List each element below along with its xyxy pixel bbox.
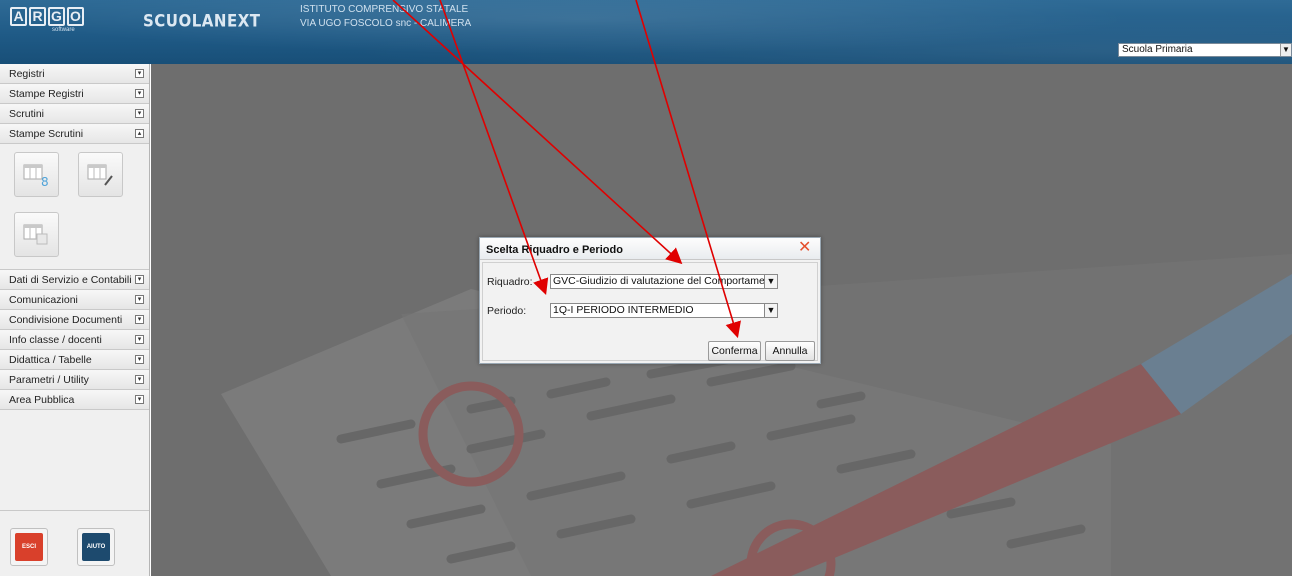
stampe-scrutini-tiles: 8: [0, 144, 149, 270]
sidebar-item-label: Stampe Scrutini: [9, 128, 84, 140]
header-background: [0, 0, 1292, 64]
sidebar-footer: ESCI AIUTO: [0, 510, 149, 576]
school-type-select[interactable]: Scuola Primaria ▼: [1118, 43, 1292, 57]
sidebar-item-label: Condivisione Documenti: [9, 314, 123, 326]
app-name: SCUOLANEXT: [143, 11, 261, 31]
confirm-button[interactable]: Conferma: [708, 341, 761, 361]
sidebar-item-comunicazioni[interactable]: Comunicazioni ▾: [0, 290, 149, 310]
dialog-body: Riquadro: GVC-Giudizio di valutazione de…: [482, 262, 818, 361]
sidebar-item-area-pubblica[interactable]: Area Pubblica ▾: [0, 390, 149, 410]
sidebar-item-condivisione-documenti[interactable]: Condivisione Documenti ▾: [0, 310, 149, 330]
logo-letter: O: [67, 7, 84, 26]
chevron-down-icon[interactable]: ▼: [1280, 44, 1291, 56]
print-grid-icon: 8: [23, 164, 49, 188]
expand-icon[interactable]: ▾: [135, 109, 144, 118]
periodo-value: 1Q-I PERIODO INTERMEDIO: [553, 304, 694, 316]
expand-icon[interactable]: ▾: [135, 315, 144, 324]
school-info: ISTITUTO COMPRENSIVO STATALE VIA UGO FOS…: [300, 4, 472, 32]
sidebar-item-info-classe[interactable]: Info classe / docenti ▾: [0, 330, 149, 350]
expand-icon[interactable]: ▾: [135, 375, 144, 384]
periodo-label: Periodo:: [487, 305, 527, 317]
sidebar-item-registri[interactable]: Registri ▾: [0, 64, 149, 84]
school-name: ISTITUTO COMPRENSIVO STATALE: [300, 4, 469, 15]
sidebar-item-label: Registri: [9, 68, 45, 80]
logo-letter: R: [29, 7, 46, 26]
collapse-icon[interactable]: ▴: [135, 129, 144, 138]
periodo-select[interactable]: 1Q-I PERIODO INTERMEDIO ▼: [550, 303, 778, 318]
svg-text:8: 8: [41, 175, 49, 188]
sidebar-item-label: Didattica / Tabelle: [9, 354, 92, 366]
sidebar-item-stampe-scrutini[interactable]: Stampe Scrutini ▴: [0, 124, 149, 144]
expand-icon[interactable]: ▾: [135, 69, 144, 78]
riquadro-periodo-dialog: Scelta Riquadro e Periodo ✕ Riquadro: GV…: [479, 237, 821, 364]
cancel-button[interactable]: Annulla: [765, 341, 815, 361]
logo-letter: G: [48, 7, 65, 26]
exit-icon: ESCI: [15, 533, 43, 561]
expand-icon[interactable]: ▾: [135, 89, 144, 98]
app-header: A R G O software SCUOLANEXT ISTITUTO COM…: [0, 0, 1292, 64]
sidebar-item-label: Area Pubblica: [9, 394, 75, 406]
print-grid-edit-tile[interactable]: [78, 152, 123, 197]
help-button[interactable]: AIUTO: [77, 528, 115, 566]
expand-icon[interactable]: ▾: [135, 355, 144, 364]
dialog-title-bar: Scelta Riquadro e Periodo ✕: [480, 238, 820, 260]
sidebar-item-label: Dati di Servizio e Contabili: [9, 274, 132, 286]
sidebar: Registri ▾ Stampe Registri ▾ Scrutini ▾ …: [0, 64, 150, 576]
sidebar-item-label: Comunicazioni: [9, 294, 78, 306]
sidebar-item-label: Info classe / docenti: [9, 334, 102, 346]
print-grid-icon: [23, 224, 48, 245]
riquadro-label: Riquadro:: [487, 276, 533, 288]
expand-icon[interactable]: ▾: [135, 335, 144, 344]
logo-letter: A: [10, 7, 27, 26]
help-icon: AIUTO: [82, 533, 110, 561]
sidebar-item-didattica[interactable]: Didattica / Tabelle ▾: [0, 350, 149, 370]
school-type-value: Scuola Primaria: [1122, 44, 1193, 55]
print-grid-tile[interactable]: [14, 212, 59, 257]
close-icon[interactable]: ✕: [798, 240, 811, 256]
sidebar-item-label: Stampe Registri: [9, 88, 84, 100]
sidebar-item-stampe-registri[interactable]: Stampe Registri ▾: [0, 84, 149, 104]
argo-logo: A R G O: [10, 7, 84, 26]
riquadro-value: GVC-Giudizio di valutazione del Comporta…: [553, 275, 778, 287]
sidebar-item-label: Scrutini: [9, 108, 45, 120]
chevron-down-icon[interactable]: ▼: [764, 304, 777, 317]
exit-button[interactable]: ESCI: [10, 528, 48, 566]
sidebar-item-dati-servizio[interactable]: Dati di Servizio e Contabili ▾: [0, 270, 149, 290]
expand-icon[interactable]: ▾: [135, 295, 144, 304]
expand-icon[interactable]: ▾: [135, 395, 144, 404]
sidebar-item-label: Parametri / Utility: [9, 374, 89, 386]
sidebar-item-scrutini[interactable]: Scrutini ▾: [0, 104, 149, 124]
riquadro-select[interactable]: GVC-Giudizio di valutazione del Comporta…: [550, 274, 778, 289]
print-edit-icon: [87, 164, 113, 186]
sidebar-item-parametri[interactable]: Parametri / Utility ▾: [0, 370, 149, 390]
chevron-down-icon[interactable]: ▼: [764, 275, 777, 288]
logo-subtitle: software: [52, 27, 75, 33]
dialog-title: Scelta Riquadro e Periodo: [486, 244, 623, 256]
school-address: VIA UGO FOSCOLO snc - CALIMERA: [300, 18, 472, 29]
expand-icon[interactable]: ▾: [135, 275, 144, 284]
print-grid-8-tile[interactable]: 8: [14, 152, 59, 197]
